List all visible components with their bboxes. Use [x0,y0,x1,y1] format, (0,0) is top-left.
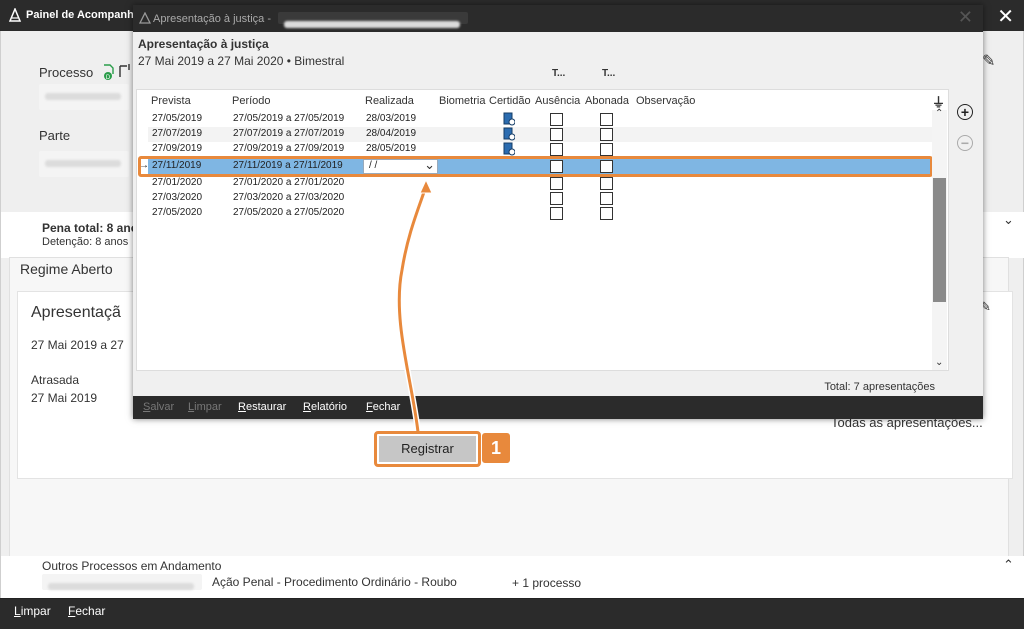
registrar-button[interactable]: Registrar [374,431,481,467]
registrar-label: Registrar [379,436,476,462]
callout-arrow [396,178,433,433]
step-badge: 1 [482,433,510,463]
